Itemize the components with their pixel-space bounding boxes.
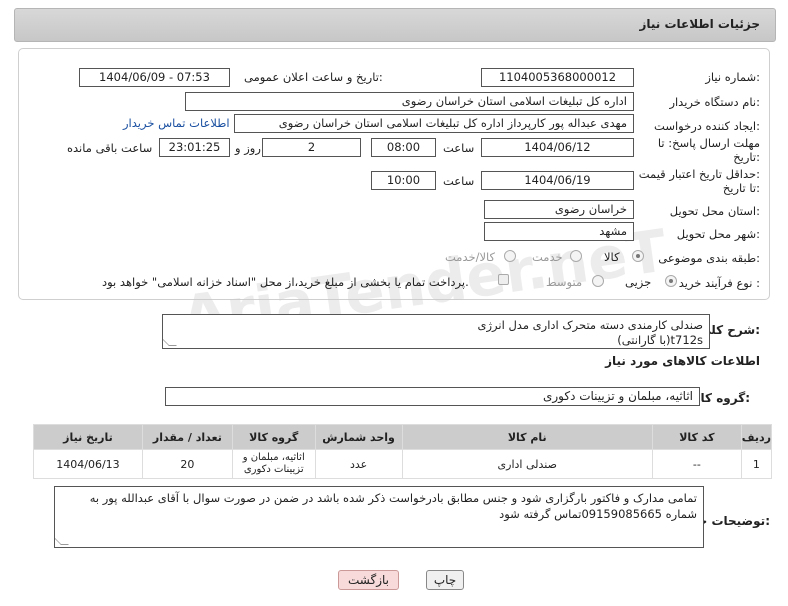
goods-table-header: ردیف کد کالا نام کالا واحد شمارش گروه کا… <box>33 424 773 450</box>
print-button[interactable]: چاپ <box>426 570 464 590</box>
buyer-notes-textarea: تمامی مدارک و فاکتور بارگزاری شود و جنس … <box>54 486 704 548</box>
resize-handle-icon[interactable] <box>55 537 69 545</box>
process-option-medium: متوسط <box>546 275 583 289</box>
payment-checkbox[interactable] <box>498 274 509 285</box>
reply-date-field: 1404/06/12 <box>481 138 634 157</box>
province-field: خراسان رضوی <box>484 200 634 219</box>
buyer-org-label: نام دستگاه خریدار: <box>669 95 760 109</box>
cell-code: -- <box>651 449 742 479</box>
price-deadline-label: حداقل تاریخ اعتبار قیمت: <box>638 167 760 181</box>
payment-note: پرداخت تمام یا بخشی از مبلغ خرید،از محل … <box>102 275 469 289</box>
cell-date: 1404/06/13 <box>33 449 143 479</box>
announce-label: تاریخ و ساعت اعلان عمومی: <box>244 70 383 84</box>
reply-time-field: 08:00 <box>371 138 436 157</box>
reply-deadline-label-2: تاریخ: <box>733 150 760 164</box>
process-option-minor: جزیی <box>625 275 652 289</box>
days-field: 2 <box>262 138 361 157</box>
city-label: شهر محل تحویل: <box>676 227 760 241</box>
cell-quantity: 20 <box>141 449 233 479</box>
goods-table: ردیف کد کالا نام کالا واحد شمارش گروه کا… <box>33 424 773 479</box>
goods-group-label: گروه کالا: <box>691 391 750 405</box>
remaining-time-field: 23:01:25 <box>159 138 230 157</box>
category-option-both: کالا/خدمت <box>445 250 496 264</box>
price-deadline-label-2: تا تاریخ: <box>722 181 760 195</box>
cell-name: صندلی اداری <box>401 449 653 479</box>
province-label: استان محل تحویل: <box>669 204 760 218</box>
price-time-field: 10:00 <box>371 171 436 190</box>
process-label: نوع فرآیند خرید : <box>678 276 760 290</box>
buyer-notes-text: تمامی مدارک و فاکتور بارگزاری شود و جنس … <box>89 491 697 521</box>
table-row: 1 -- صندلی اداری عدد اثاثیه، مبلمان و تز… <box>33 449 773 479</box>
category-radio-both[interactable] <box>504 250 516 262</box>
category-option-goods: کالا <box>604 250 620 264</box>
category-option-service: خدمت <box>532 250 563 264</box>
col-quantity: تعداد / مقدار <box>141 424 233 450</box>
col-row: ردیف <box>740 424 773 450</box>
buyer-org-field: اداره کل تبلیغات اسلامی استان خراسان رضو… <box>185 92 634 111</box>
process-radio-medium[interactable] <box>592 275 604 287</box>
back-button[interactable]: بازگشت <box>338 570 399 590</box>
goods-section-title: اطلاعات کالاهای مورد نیاز <box>605 354 760 368</box>
page-title: جزئیات اطلاعات نیاز <box>639 17 760 31</box>
creator-field: مهدی عبداله پور کارپرداز اداره کل تبلیغا… <box>234 114 634 133</box>
col-unit: واحد شمارش <box>314 424 403 450</box>
col-name: نام کالا <box>401 424 653 450</box>
cell-unit: عدد <box>314 449 403 479</box>
price-date-field: 1404/06/19 <box>481 171 634 190</box>
col-code: کد کالا <box>651 424 742 450</box>
price-time-label: ساعت <box>443 174 475 188</box>
goods-group-field: اثاثیه، مبلمان و تزیینات دکوری <box>165 387 700 406</box>
description-line-2: t712s(با گارانتی) <box>617 333 703 347</box>
col-date: تاریخ نیاز <box>33 424 143 450</box>
category-radio-goods[interactable] <box>632 250 644 262</box>
category-label: طبقه بندی موضوعی: <box>658 251 760 265</box>
reply-deadline-label: مهلت ارسال پاسخ: تا <box>657 136 760 150</box>
cell-group: اثاثیه، مبلمان و تزیینات دکوری <box>231 449 316 479</box>
cell-row: 1 <box>740 449 773 479</box>
reply-time-label: ساعت <box>443 141 475 155</box>
category-radio-service[interactable] <box>570 250 582 262</box>
remaining-label: ساعت باقی مانده <box>67 141 153 155</box>
days-label: روز و <box>235 141 261 155</box>
city-field: مشهد <box>484 222 634 241</box>
creator-label: ایجاد کننده درخواست: <box>654 119 760 133</box>
need-number-field: 1104005368000012 <box>481 68 634 87</box>
announce-field: 1404/06/09 - 07:53 <box>79 68 230 87</box>
col-group: گروه کالا <box>231 424 316 450</box>
buyer-contact-link[interactable]: اطلاعات تماس خریدار <box>123 116 230 130</box>
need-number-label: شماره نیاز: <box>705 70 760 84</box>
description-line-1: صندلی کارمندی دسته متحرک اداری مدل انرژی <box>477 318 704 332</box>
description-textarea: صندلی کارمندی دسته متحرک اداری مدل انرژی… <box>162 314 710 349</box>
process-radio-minor[interactable] <box>665 275 677 287</box>
